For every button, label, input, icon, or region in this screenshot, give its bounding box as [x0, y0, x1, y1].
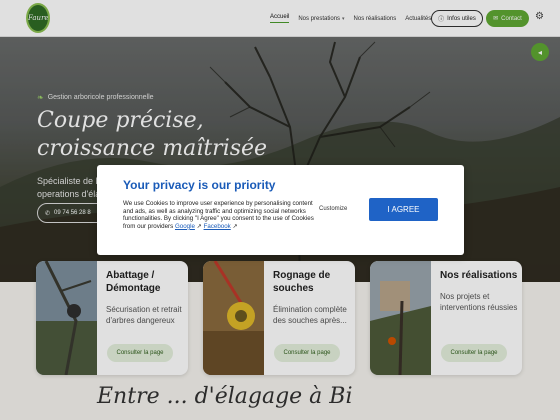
- google-link[interactable]: Google: [175, 223, 195, 230]
- cookie-consent-dialog: Your privacy is our priority We use Cook…: [97, 165, 464, 255]
- external-link-icon: ↗: [232, 222, 238, 230]
- cookie-title: Your privacy is our priority: [123, 178, 276, 192]
- cookie-text: We use Cookies to improve user experienc…: [123, 200, 315, 230]
- external-link-icon: ↗: [196, 222, 202, 230]
- agree-button[interactable]: I AGREE: [369, 198, 438, 221]
- facebook-link[interactable]: Facebook: [204, 223, 231, 230]
- customize-button[interactable]: Customize: [319, 206, 347, 212]
